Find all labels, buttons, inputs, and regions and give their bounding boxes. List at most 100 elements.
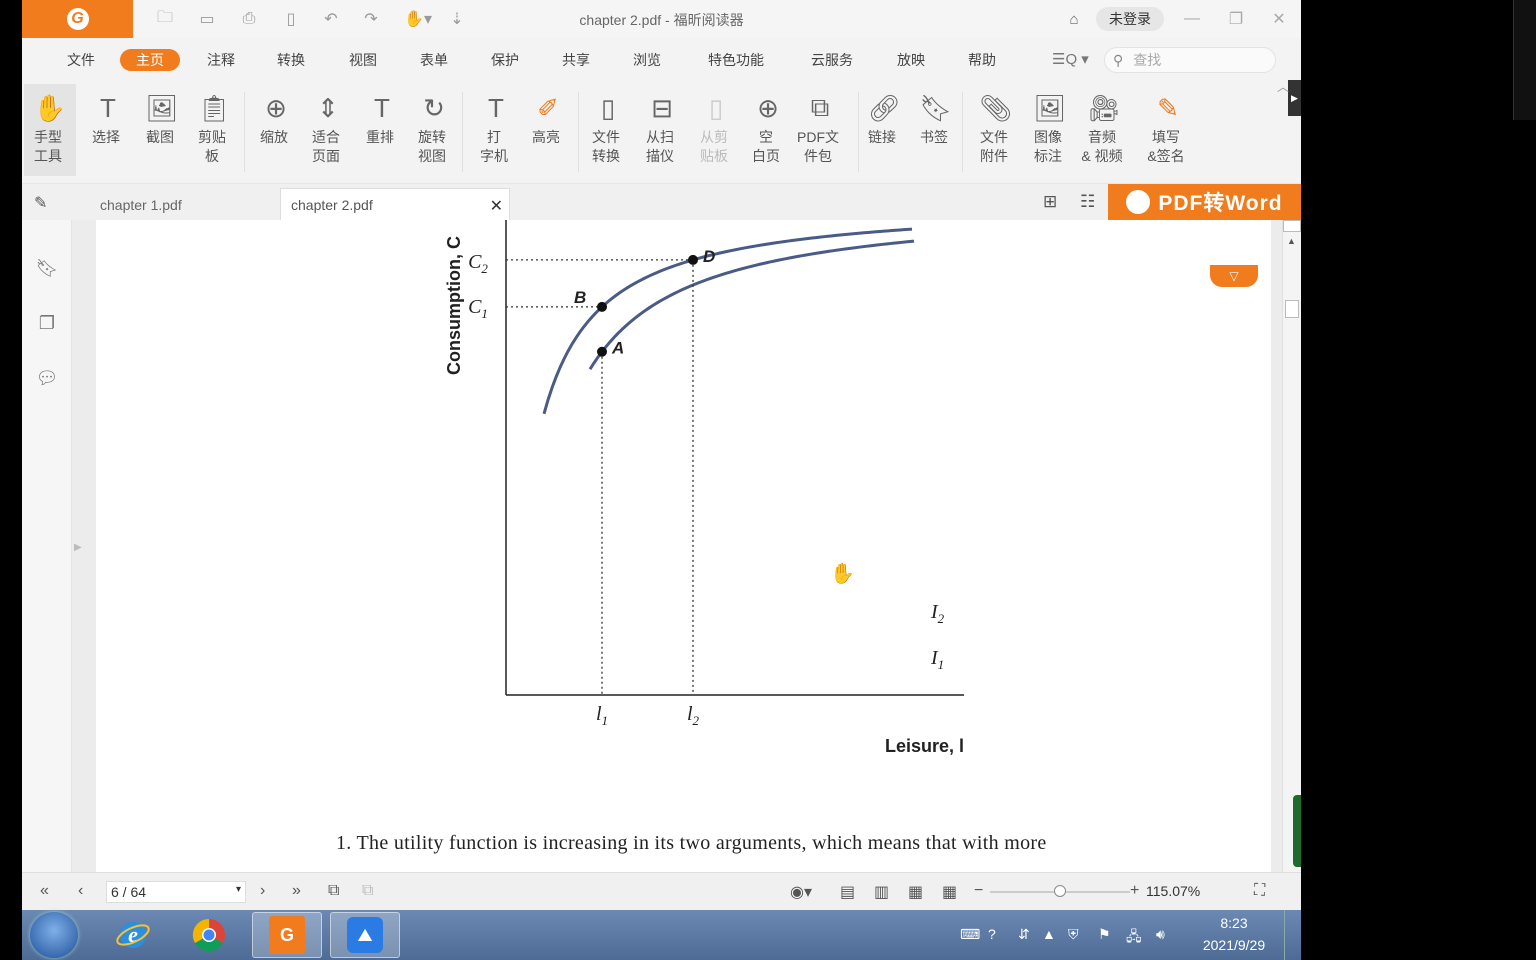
redo-icon[interactable]: ↷ <box>360 8 382 30</box>
continuous-page-icon[interactable]: ▥ <box>874 882 889 902</box>
menu-view[interactable]: 视图 <box>338 49 388 71</box>
app-logo[interactable]: G <box>22 0 133 38</box>
tab-chapter-2[interactable]: chapter 2.pdf ✕ <box>280 188 510 221</box>
volume-tray-icon[interactable]: 🔊︎ <box>1156 926 1165 943</box>
previous-view-icon[interactable]: ⧉ <box>328 882 339 900</box>
gift-icon[interactable]: ⌂ <box>1063 8 1085 30</box>
tool-fill-sign[interactable]: ✎ 填写 &签名 <box>1142 84 1194 176</box>
keyboard-tray-icon[interactable]: ⌨ <box>960 926 980 943</box>
zoom-in-icon[interactable]: + <box>1130 882 1139 900</box>
tool-blank-page[interactable]: ⊕ 空 白页 <box>742 84 794 176</box>
close-icon[interactable]: ✕ <box>1266 6 1292 32</box>
bookmark-panel-icon[interactable]: 🔖︎ <box>35 256 59 280</box>
list-view-icon[interactable]: ☷ <box>1080 192 1095 212</box>
tool-zoom[interactable]: ⊕ 缩放 <box>250 84 302 176</box>
menu-home[interactable]: 主页 <box>120 49 180 71</box>
zoom-slider-knob[interactable] <box>1054 885 1066 897</box>
login-button[interactable]: 未登录 <box>1096 7 1164 31</box>
tool-attachment[interactable]: 📎︎ 文件 附件 <box>970 84 1022 176</box>
view-mode-dropdown-icon[interactable]: ☰Q ▾ <box>1052 50 1089 68</box>
zoom-level[interactable]: 115.07% <box>1146 883 1200 899</box>
tool-typewriter[interactable]: T 打 字机 <box>470 84 522 176</box>
menu-convert[interactable]: 转换 <box>266 49 316 71</box>
ime-tray-icon[interactable]: ⇵ <box>1018 926 1030 943</box>
comments-panel-icon[interactable]: 💬︎ <box>35 366 59 390</box>
menu-file[interactable]: 文件 <box>56 49 106 71</box>
restore-icon[interactable]: ❐ <box>1223 6 1249 32</box>
flag-tray-icon[interactable]: ⚑ <box>1098 926 1111 943</box>
foxit-taskbar-icon[interactable]: G <box>252 912 322 958</box>
start-button[interactable] <box>30 912 78 958</box>
scroll-thumb[interactable] <box>1285 300 1299 318</box>
security-tray-icon[interactable]: ⛨ <box>1068 926 1079 943</box>
document-view[interactable]: ▶ A B D C1 C2 l1 l2 I2 I1 Consumption, C Leisure, … <box>72 220 1283 872</box>
collapse-ribbon-icon[interactable]: ︿ <box>1277 78 1289 95</box>
menu-help[interactable]: 帮助 <box>957 49 1007 71</box>
continuous-facing-icon[interactable]: ▦ <box>942 882 957 902</box>
single-page-icon[interactable]: ▤ <box>840 882 855 902</box>
clock-time[interactable]: 8:23 <box>1204 915 1264 931</box>
tool-audio-video[interactable]: 🎥︎ 音频 & 视频 <box>1078 84 1130 176</box>
minimize-icon[interactable]: — <box>1179 6 1205 32</box>
close-tab-icon[interactable]: ✕ <box>490 196 503 216</box>
fullscreen-icon[interactable]: ⛶ <box>1254 882 1265 900</box>
clock-date[interactable]: 2021/9/29 <box>1194 937 1274 953</box>
vertical-scrollbar[interactable]: ▲ <box>1282 220 1301 872</box>
menu-cloud[interactable]: 云服务 <box>799 49 865 71</box>
menu-comment[interactable]: 注释 <box>196 49 246 71</box>
menu-protect[interactable]: 保护 <box>480 49 530 71</box>
tool-file-convert[interactable]: ▯ 文件 转换 <box>582 84 634 176</box>
tool-image-annotation[interactable]: 🖼︎ 图像 标注 <box>1024 84 1076 176</box>
chrome-taskbar-icon[interactable] <box>174 912 244 958</box>
page-dropdown-icon[interactable]: ▾ <box>236 884 241 895</box>
save-icon[interactable]: ▭ <box>196 8 218 30</box>
tool-highlight[interactable]: ✐ 高亮 <box>522 84 574 176</box>
show-desktop-button[interactable] <box>1284 910 1301 960</box>
tool-rotate-view[interactable]: ↻ 旋转 视图 <box>408 84 460 176</box>
ie-taskbar-icon[interactable]: e <box>98 912 168 958</box>
search-input[interactable]: ⚲ 查找 <box>1104 47 1276 73</box>
tool-clipboard[interactable]: 📋︎ 剪贴 板 <box>188 84 240 176</box>
last-page-icon[interactable]: » <box>292 882 301 900</box>
show-hidden-icons[interactable]: ▲ <box>1042 926 1056 942</box>
customize-qa-icon[interactable]: ⇣ <box>446 8 468 30</box>
edit-pen-icon[interactable]: ✎ <box>34 193 47 213</box>
next-page-icon[interactable]: › <box>260 882 265 900</box>
pdf-to-word-button[interactable]: PDF转Word <box>1108 184 1301 220</box>
grid-view-icon[interactable]: ⊞ <box>1043 192 1057 212</box>
menu-browse[interactable]: 浏览 <box>622 49 672 71</box>
menu-features[interactable]: 特色功能 <box>694 49 778 71</box>
next-view-icon[interactable]: ⧉ <box>362 882 373 900</box>
first-page-icon[interactable]: « <box>40 882 49 900</box>
prev-page-icon[interactable]: ‹ <box>78 882 83 900</box>
scroll-up-icon[interactable]: ▲ <box>1287 236 1296 246</box>
network-tray-icon[interactable]: 🖧 <box>1126 926 1142 950</box>
pages-panel-icon[interactable]: ❐ <box>35 311 59 335</box>
read-mode-icon[interactable]: ◉▾ <box>790 882 812 902</box>
app-taskbar-icon[interactable]: ⛰ <box>330 912 400 958</box>
tool-scanner[interactable]: ⊟ 从扫 描仪 <box>636 84 688 176</box>
tool-bookmark[interactable]: 🔖︎ 书签 <box>910 84 962 176</box>
facing-page-icon[interactable]: ▦ <box>908 882 923 902</box>
tool-reflow[interactable]: T 重排 <box>356 84 408 176</box>
tool-select-text[interactable]: T 选择 <box>82 84 134 176</box>
page-number-input[interactable]: 6 / 64 ▾ <box>106 881 246 903</box>
tool-from-clipboard[interactable]: ▯ 从剪 贴板 <box>690 84 742 176</box>
help-tray-icon[interactable]: ? <box>988 926 996 942</box>
undo-icon[interactable]: ↶ <box>320 8 342 30</box>
tool-pdf-package[interactable]: ⧉ PDF文 件包 <box>794 84 846 176</box>
zoom-out-icon[interactable]: − <box>974 882 983 900</box>
hand-dropdown-icon[interactable]: ✋▾ <box>402 8 434 30</box>
open-file-icon[interactable]: 🗀 <box>154 8 176 30</box>
menu-form[interactable]: 表单 <box>409 49 459 71</box>
floating-tools-button[interactable]: ▽ <box>1210 265 1258 287</box>
print-icon[interactable]: ⎙ <box>238 8 260 30</box>
tab-chapter-1[interactable]: chapter 1.pdf <box>90 188 276 221</box>
tool-fit-page[interactable]: ⇕ 适合 页面 <box>302 84 354 176</box>
menu-slideshow[interactable]: 放映 <box>886 49 936 71</box>
menu-share[interactable]: 共享 <box>551 49 601 71</box>
tool-link[interactable]: 🔗︎ 链接 <box>858 84 910 176</box>
new-doc-icon[interactable]: ▯ <box>280 8 302 30</box>
expand-panel-icon[interactable]: ▶ <box>74 542 82 553</box>
tool-hand[interactable]: ✋ 手型 工具 <box>24 84 76 176</box>
